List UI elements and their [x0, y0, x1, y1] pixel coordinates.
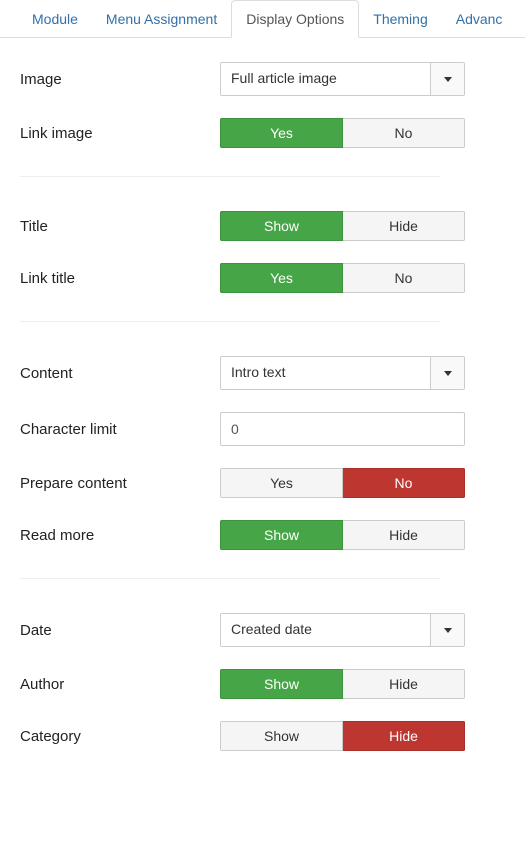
select-image[interactable]: Full article image [220, 62, 465, 96]
toggle-prepare-content: Yes No [220, 468, 465, 498]
select-date-toggle[interactable] [430, 614, 464, 646]
tab-bar: Module Menu Assignment Display Options T… [0, 0, 525, 38]
label-char-limit: Character limit [20, 421, 220, 438]
caret-down-icon [444, 628, 452, 633]
toggle-author-show[interactable]: Show [220, 669, 343, 699]
row-prepare-content: Prepare content Yes No [20, 468, 505, 498]
label-link-image: Link image [20, 125, 220, 142]
toggle-title-hide[interactable]: Hide [343, 211, 465, 241]
tab-display-options[interactable]: Display Options [231, 0, 359, 38]
toggle-prepare-content-yes[interactable]: Yes [220, 468, 343, 498]
toggle-read-more: Show Hide [220, 520, 465, 550]
select-image-toggle[interactable] [430, 63, 464, 95]
row-link-image: Link image Yes No [20, 118, 505, 148]
label-category: Category [20, 728, 220, 745]
label-image: Image [20, 71, 220, 88]
label-prepare-content: Prepare content [20, 475, 220, 492]
tab-advanced[interactable]: Advanc [442, 1, 517, 37]
tab-module[interactable]: Module [18, 1, 92, 37]
toggle-link-image: Yes No [220, 118, 465, 148]
divider [20, 321, 440, 322]
toggle-link-image-no[interactable]: No [343, 118, 465, 148]
toggle-author: Show Hide [220, 669, 465, 699]
form-content: Image Full article image Link image Yes … [0, 38, 525, 813]
toggle-category-show[interactable]: Show [220, 721, 343, 751]
toggle-link-title-no[interactable]: No [343, 263, 465, 293]
label-author: Author [20, 676, 220, 693]
divider [20, 578, 440, 579]
divider [20, 176, 440, 177]
select-content[interactable]: Intro text [220, 356, 465, 390]
toggle-read-more-show[interactable]: Show [220, 520, 343, 550]
row-date: Date Created date [20, 613, 505, 647]
toggle-link-image-yes[interactable]: Yes [220, 118, 343, 148]
toggle-category-hide[interactable]: Hide [343, 721, 465, 751]
toggle-category: Show Hide [220, 721, 465, 751]
select-image-value: Full article image [221, 63, 430, 95]
row-author: Author Show Hide [20, 669, 505, 699]
label-read-more: Read more [20, 527, 220, 544]
row-link-title: Link title Yes No [20, 263, 505, 293]
label-title: Title [20, 218, 220, 235]
input-char-limit[interactable] [220, 412, 465, 446]
label-date: Date [20, 622, 220, 639]
row-category: Category Show Hide [20, 721, 505, 751]
row-image: Image Full article image [20, 62, 505, 96]
row-title: Title Show Hide [20, 211, 505, 241]
row-read-more: Read more Show Hide [20, 520, 505, 550]
caret-down-icon [444, 371, 452, 376]
toggle-prepare-content-no[interactable]: No [343, 468, 465, 498]
toggle-link-title: Yes No [220, 263, 465, 293]
row-content: Content Intro text [20, 356, 505, 390]
toggle-author-hide[interactable]: Hide [343, 669, 465, 699]
toggle-title-show[interactable]: Show [220, 211, 343, 241]
tab-menu-assignment[interactable]: Menu Assignment [92, 1, 231, 37]
select-content-toggle[interactable] [430, 357, 464, 389]
caret-down-icon [444, 77, 452, 82]
select-content-value: Intro text [221, 357, 430, 389]
tab-theming[interactable]: Theming [359, 1, 441, 37]
row-char-limit: Character limit [20, 412, 505, 446]
toggle-link-title-yes[interactable]: Yes [220, 263, 343, 293]
select-date-value: Created date [221, 614, 430, 646]
toggle-read-more-hide[interactable]: Hide [343, 520, 465, 550]
label-link-title: Link title [20, 270, 220, 287]
select-date[interactable]: Created date [220, 613, 465, 647]
label-content: Content [20, 365, 220, 382]
toggle-title: Show Hide [220, 211, 465, 241]
